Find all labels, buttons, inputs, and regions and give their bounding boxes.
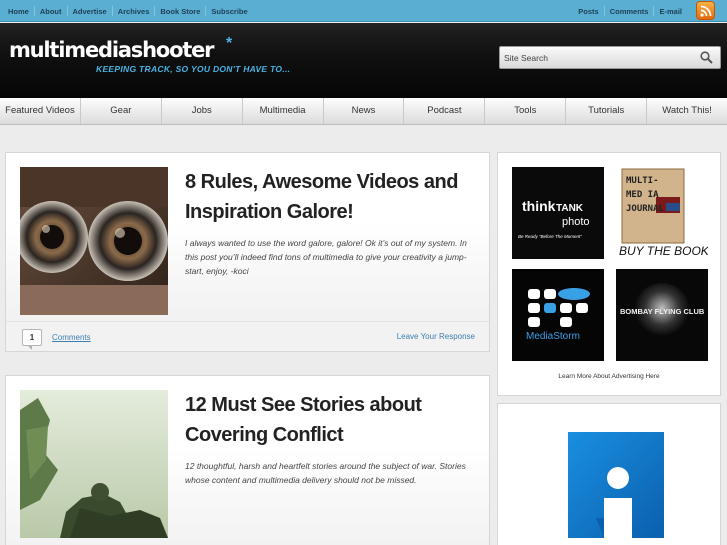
top-link-advertise[interactable]: Advertise — [68, 7, 112, 16]
nav-tutorials[interactable]: Tutorials — [566, 98, 648, 124]
post-thumbnail[interactable] — [20, 390, 168, 538]
rss-icon[interactable] — [696, 1, 715, 20]
bombay-flying-club-text: BOMBAY FLYING CLUB — [620, 307, 705, 316]
search-box — [499, 46, 721, 69]
nav-podcast[interactable]: Podcast — [404, 98, 486, 124]
top-link-archives[interactable]: Archives — [113, 7, 155, 16]
info-logo-image[interactable] — [512, 418, 706, 545]
sidebar-widget — [497, 403, 721, 545]
top-link-about[interactable]: About — [35, 7, 67, 16]
top-link-book-store[interactable]: Book Store — [155, 7, 205, 16]
ad-photo-text: photo — [562, 216, 590, 228]
post-footer: 1 Comments Leave Your Response — [6, 321, 489, 351]
logo-star-icon: * — [226, 35, 233, 52]
nav-gear[interactable]: Gear — [81, 98, 162, 124]
site-header: multimediashooter * KEEPING TRACK, SO YO… — [0, 23, 727, 98]
nav-multimedia[interactable]: Multimedia — [243, 98, 324, 124]
site-tagline: KEEPING TRACK, SO YOU DON'T HAVE TO... — [96, 64, 291, 74]
top-link-email[interactable]: E-mail — [654, 7, 687, 16]
comment-count-badge[interactable]: 1 — [22, 329, 42, 350]
top-right-links: Posts Comments E-mail — [573, 0, 687, 22]
post-title[interactable]: 8 Rules, Awesome Videos and Inspiration … — [185, 167, 485, 227]
book-title-line-2: MED IA — [626, 190, 659, 200]
search-input[interactable] — [504, 50, 689, 65]
main-nav: Featured Videos Gear Jobs Multimedia New… — [0, 98, 727, 125]
nav-tools[interactable]: Tools — [485, 98, 567, 124]
top-link-home[interactable]: Home — [3, 7, 34, 16]
leave-response-link[interactable]: Leave Your Response — [397, 332, 475, 341]
top-link-posts[interactable]: Posts — [573, 7, 603, 16]
ad-mediastorm[interactable]: MediaStorm — [512, 269, 604, 361]
post-card: 8 Rules, Awesome Videos and Inspiration … — [5, 152, 490, 352]
nav-watch-this[interactable]: Watch This! — [647, 98, 727, 124]
magnifier-icon[interactable] — [700, 51, 713, 69]
ad-think-text: think — [522, 198, 556, 214]
top-bar: Home About Advertise Archives Book Store… — [0, 0, 727, 22]
ad-think-tank[interactable]: think TANK photo Be Ready “Before The Mo… — [512, 167, 604, 259]
post-excerpt: I always wanted to use the word galore, … — [185, 238, 467, 276]
post-title[interactable]: 12 Must See Stories about Covering Confl… — [185, 390, 485, 450]
ad-think-tank-slogan: Be Ready “Before The Moment” — [518, 234, 582, 239]
book-title-line-3: JOURNAL — [626, 204, 665, 214]
nav-featured-videos[interactable]: Featured Videos — [0, 98, 81, 124]
post-thumbnail[interactable] — [20, 167, 168, 315]
post-excerpt: 12 thoughtful, harsh and heartfelt stori… — [185, 461, 466, 485]
nav-news[interactable]: News — [324, 98, 405, 124]
sidebar-ads: think TANK photo Be Ready “Before The Mo… — [497, 152, 721, 396]
top-links: Home About Advertise Archives Book Store… — [3, 0, 253, 22]
buy-the-book-caption: BUY THE BOOK — [619, 244, 708, 258]
post-card: 12 Must See Stories about Covering Confl… — [5, 375, 490, 545]
top-link-comments[interactable]: Comments — [605, 7, 654, 16]
ad-tank-text: TANK — [556, 203, 584, 214]
ad-bombay-flying-club[interactable]: BOMBAY FLYING CLUB — [616, 269, 708, 361]
book-title-line-1: MULTI- — [626, 176, 659, 186]
comments-link[interactable]: Comments — [52, 333, 91, 342]
site-logo[interactable]: multimediashooter — [9, 38, 215, 62]
mediastorm-text: MediaStorm — [526, 331, 580, 342]
advertising-link[interactable]: Learn More About Advertising Here — [498, 373, 720, 380]
nav-jobs[interactable]: Jobs — [162, 98, 243, 124]
top-link-subscribe[interactable]: Subscribe — [206, 7, 252, 16]
ad-book[interactable]: MULTI- MED IA JOURNAL BUY THE BOOK — [616, 167, 710, 259]
